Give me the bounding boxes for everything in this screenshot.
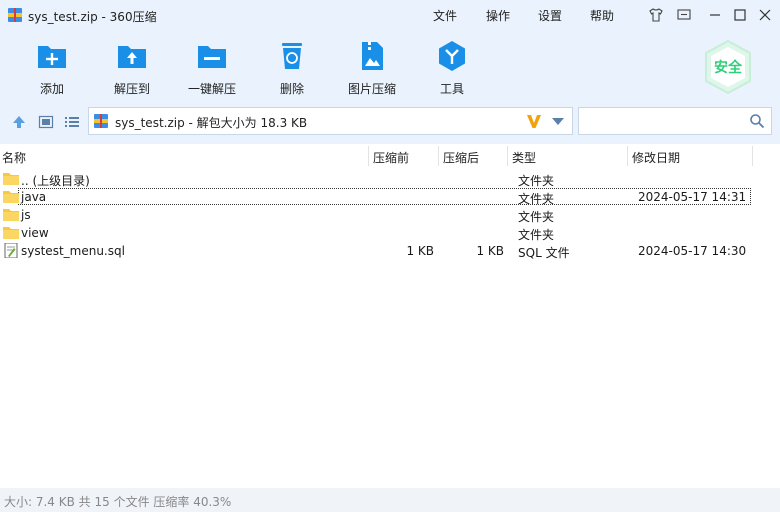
image-compress-label: 图片压缩 [347,82,396,96]
image-zip-icon [362,42,383,70]
add-folder-icon [38,46,66,68]
close-icon [759,9,771,21]
column-divider[interactable] [368,146,369,166]
table-row[interactable]: js 文件夹 [0,206,780,224]
menu-help[interactable]: 帮助 [590,7,614,24]
column-divider[interactable] [507,146,508,166]
folder-icon [3,209,19,221]
maximize-button[interactable] [731,6,749,24]
file-type: 文件夹 [518,210,555,224]
file-size-before: 1 KB [406,244,434,258]
file-name: js [21,208,31,222]
column-type[interactable]: 类型 [512,149,536,166]
security-badge-text: 安全 [714,60,742,76]
column-divider[interactable] [752,146,753,166]
menu-settings[interactable]: 设置 [538,7,562,24]
column-compressed-before[interactable]: 压缩前 [373,149,409,166]
window-title: sys_test.zip - 360压缩 [28,10,157,24]
shirt-icon [649,8,663,22]
delete-label: 删除 [279,82,304,96]
folder-icon [3,191,19,203]
sql-file-icon [4,243,18,258]
status-bar: 大小: 7.4 KB 共 15 个文件 压缩率 40.3% [0,488,780,512]
skin-button[interactable] [647,6,665,24]
archive-icon [94,114,108,128]
list-view-icon[interactable] [64,114,80,130]
address-bar-row: sys_test.zip - 解包大小为 18.3 KB [0,101,780,144]
file-name: view [21,226,49,240]
one-click-extract-label: 一键解压 [187,82,236,96]
feedback-button[interactable] [675,6,693,24]
tools-hexagon-icon [439,41,465,71]
delete-button[interactable]: 删除 [257,39,327,97]
image-compress-button[interactable]: 图片压缩 [337,39,407,97]
column-name[interactable]: 名称 [2,149,26,166]
file-type: 文件夹 [518,228,555,242]
file-type: 文件夹 [518,192,555,206]
file-type: 文件夹 [518,174,555,188]
table-row[interactable]: java 文件夹 2024-05-17 14:31 [0,188,780,206]
search-box[interactable] [578,107,772,135]
table-row[interactable]: systest_menu.sql 1 KB 1 KB SQL 文件 2024-0… [0,242,780,260]
address-text: sys_test.zip - 解包大小为 18.3 KB [115,116,308,130]
status-text: 大小: 7.4 KB 共 15 个文件 压缩率 40.3% [4,495,232,509]
extract-to-icon [118,46,146,68]
security-badge[interactable]: 安全 [702,39,754,95]
file-type: SQL 文件 [518,246,570,260]
add-button[interactable]: 添加 [17,39,87,97]
minimize-button[interactable] [706,6,724,24]
menu-operate[interactable]: 操作 [486,7,510,24]
title-bar: sys_test.zip - 360压缩 文件 操作 设置 帮助 [0,0,780,31]
thumbnail-view-icon[interactable] [38,114,54,130]
one-click-extract-button[interactable]: 一键解压 [177,39,247,97]
extract-to-label: 解压到 [113,82,150,96]
toolbar: 添加 解压到 一键解压 删除 图片压缩 工具 安全 [0,31,780,101]
file-name: systest_menu.sql [21,244,125,258]
add-label: 添加 [39,82,64,96]
tools-label: 工具 [439,82,464,96]
file-date: 2024-05-17 14:30 [638,244,747,258]
column-divider[interactable] [627,146,628,166]
minimize-icon [710,14,720,16]
file-list-header: 名称 压缩前 压缩后 类型 修改日期 [0,144,780,168]
vip-v-icon[interactable] [525,112,543,130]
file-date: 2024-05-17 14:31 [638,190,747,204]
message-icon [677,9,691,20]
column-modified[interactable]: 修改日期 [632,149,680,166]
address-field[interactable]: sys_test.zip - 解包大小为 18.3 KB [88,107,573,135]
column-divider[interactable] [438,146,439,166]
folder-icon [3,227,19,239]
file-name: .. (上级目录) [21,174,90,188]
one-click-extract-icon [198,46,226,68]
tools-button[interactable]: 工具 [417,39,487,97]
up-arrow-icon[interactable] [11,114,27,130]
file-size-after: 1 KB [476,244,504,258]
column-compressed-after[interactable]: 压缩后 [443,149,479,166]
folder-icon [3,173,19,185]
search-input[interactable] [583,111,747,133]
file-name: java [21,190,47,204]
table-row[interactable]: .. (上级目录) 文件夹 [0,170,780,188]
extract-to-button[interactable]: 解压到 [97,39,167,97]
recycle-bin-icon [282,43,302,69]
table-row[interactable]: view 文件夹 [0,224,780,242]
maximize-icon [734,9,746,21]
menu-file[interactable]: 文件 [433,7,457,24]
search-icon[interactable] [749,113,765,129]
close-button[interactable] [756,6,774,24]
archive-app-icon [8,8,22,22]
chevron-down-icon[interactable] [552,118,564,126]
